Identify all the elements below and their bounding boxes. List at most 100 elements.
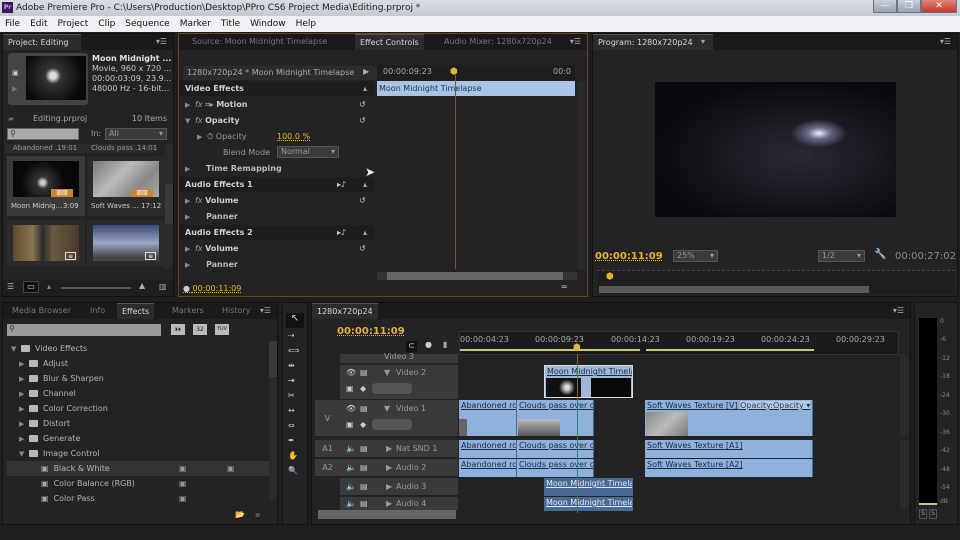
program-video-frame[interactable] [655,82,896,217]
clip-a4-moon[interactable]: Moon Midnight Timela [544,497,633,511]
zoom-in-icon[interactable]: ▲ [139,281,145,290]
speaker-icon[interactable]: 🔈 [346,459,356,477]
expand-icon[interactable]: ▶ [386,440,392,458]
expand-icon[interactable]: ▶ [386,459,392,477]
pen-tool-icon[interactable]: ✒ [288,436,295,445]
solo-right-button[interactable]: S [929,509,937,519]
display-style-icon[interactable]: ▣ [346,420,354,429]
effects-search-input[interactable]: ⚲ [7,324,161,336]
blend-mode-dropdown[interactable]: Normal [277,146,339,158]
list-view-icon[interactable]: ☰ [7,282,14,291]
track-lock-icon[interactable]: ▤ [360,478,368,496]
ec-vertical-scrollbar[interactable] [577,81,585,269]
fx-icon[interactable]: fx [195,116,203,125]
speaker-icon[interactable]: 🔈 [346,478,356,496]
tab-media-browser[interactable]: Media Browser [7,303,76,319]
expand-icon[interactable]: ▶ [19,387,29,402]
expand-icon[interactable]: ▶ [19,402,29,417]
automate-icon[interactable]: ▥ [159,282,167,291]
clip-a2-abandoned[interactable]: Abandoned rc [459,459,517,477]
timeline-current-timecode[interactable]: 00:00:11:09 [337,326,405,337]
track-lock-icon[interactable]: ▤ [360,440,368,458]
selection-tool-icon[interactable]: ↖ [286,313,304,328]
tree-generate[interactable]: ▶ Generate [7,431,269,446]
tab-info[interactable]: Info [85,303,110,319]
tree-color-correction[interactable]: ▶ Color Correction [7,401,269,416]
collapse-icon[interactable]: ▼ [384,368,390,377]
track-lock-icon[interactable]: ▤ [360,368,368,377]
collapse-icon[interactable]: ▼ [19,447,29,462]
zoom-level-dropdown[interactable]: 25% [673,250,718,262]
expand-icon[interactable]: ▶ [19,417,29,432]
collapse-icon[interactable]: ▼ [185,114,195,129]
collapse-icon[interactable]: ▴ [363,81,367,96]
clip-v1-clouds[interactable]: Clouds pass over c [517,400,594,436]
slip-tool-icon[interactable]: ↔ [288,406,295,415]
expand-icon[interactable]: ▶ [185,194,195,209]
ripple-edit-tool-icon[interactable]: ⟺ [288,346,299,355]
audio-tracks-scrollbar[interactable] [900,440,908,510]
zoom-out-icon[interactable]: ▴ [47,282,51,291]
keyframe-navigator[interactable] [372,383,412,394]
tab-source[interactable]: Source: Moon Midnight Timelapse [187,34,332,50]
expand-icon[interactable]: ▶ [386,497,392,511]
tree-image-control[interactable]: ▼ Image Control [7,446,269,461]
expand-icon[interactable]: ▶ [185,242,195,257]
toggle-output-eye-icon[interactable]: 👁 [346,368,356,377]
accelerated-effects-button[interactable]: ⏵⏵ [171,324,185,335]
effects-scrollbar[interactable] [269,341,277,501]
keyframe-icon[interactable]: ◆ [360,384,366,393]
in-filter-dropdown[interactable]: All [105,128,167,140]
stopwatch-icon[interactable]: ⏱ [207,132,213,141]
reset-icon[interactable]: ↺ [359,193,366,208]
effect-motion[interactable]: ▶ fx ⌗▸ Motion ↺ [179,97,375,112]
toggle-output-eye-icon[interactable]: 👁 [346,404,356,413]
snap-icon[interactable]: ⊂ [406,341,417,352]
menu-file[interactable]: File [0,16,25,32]
menu-edit[interactable]: Edit [25,16,52,32]
collapse-icon[interactable]: ▴ [363,225,367,240]
clip-a1-soft-waves[interactable]: Soft Waves Texture [A1] [645,440,813,458]
menu-window[interactable]: Window [245,16,291,32]
track-target-a1[interactable]: A1 [315,440,340,458]
effect-time-remapping[interactable]: ▶ Time Remapping [179,161,375,176]
tree-color-pass[interactable]: ▣ Color Pass ▣ [7,491,269,506]
rate-stretch-tool-icon[interactable]: ⇥ [288,376,295,385]
program-current-timecode[interactable]: 00:00:11:09 [595,251,663,262]
fx-icon[interactable]: fx [195,244,203,253]
preview-thumbnail[interactable] [26,56,86,100]
razor-tool-icon[interactable]: ✂ [288,391,295,400]
motion-transform-icon[interactable]: ⌗▸ [205,100,214,109]
menu-help[interactable]: Help [291,16,322,32]
reset-icon[interactable]: ↺ [359,97,366,112]
tree-adjust[interactable]: ▶ Adjust [7,356,269,371]
collapse-icon[interactable]: ▴ [363,177,367,192]
playhead-icon[interactable]: ⬢ [450,67,458,77]
reset-icon[interactable]: ↺ [359,113,366,128]
effect-panner-2[interactable]: ▶ Panner [179,257,375,272]
menu-title[interactable]: Title [216,16,245,32]
play-icon[interactable]: ▶ [12,85,17,93]
tree-distort[interactable]: ▶ Distort [7,416,269,431]
panel-menu-icon[interactable]: ▾☰ [260,303,271,319]
clip-a2-soft-waves[interactable]: Soft Waves Texture [A2] [645,459,813,477]
solo-clip-audio-icon[interactable]: ▸♪ [337,177,346,192]
project-item-soft-waves[interactable]: ▥▥ Soft Waves ... 17:12 [87,156,165,216]
track-target-a2[interactable]: A2 [315,459,340,477]
reset-icon[interactable]: ↺ [359,241,366,256]
export-icon[interactable]: ⮹ [561,283,567,293]
rolling-edit-tool-icon[interactable]: ⇹ [288,361,295,370]
playhead-icon[interactable]: ⬢ [606,272,614,282]
ec-clip-bar[interactable]: Moon Midnight Timelapse [377,81,575,96]
expand-icon[interactable]: ▶ [197,130,207,145]
new-bin-icon[interactable]: 📂 [235,510,245,519]
slide-tool-icon[interactable]: ⇔ [288,421,295,430]
clip-a1-abandoned[interactable]: Abandoned rc [459,440,517,458]
video-tracks-scrollbar[interactable] [900,354,908,436]
poster-frame-icon[interactable]: ▣ [12,69,19,77]
maximize-button[interactable]: ❐ [897,0,921,13]
tree-blur-sharpen[interactable]: ▶ Blur & Sharpen [7,371,269,386]
display-style-icon[interactable]: ▣ [346,384,354,393]
project-item-clouds[interactable]: ≡ [87,220,165,266]
hand-tool-icon[interactable]: ✋ [288,451,298,460]
